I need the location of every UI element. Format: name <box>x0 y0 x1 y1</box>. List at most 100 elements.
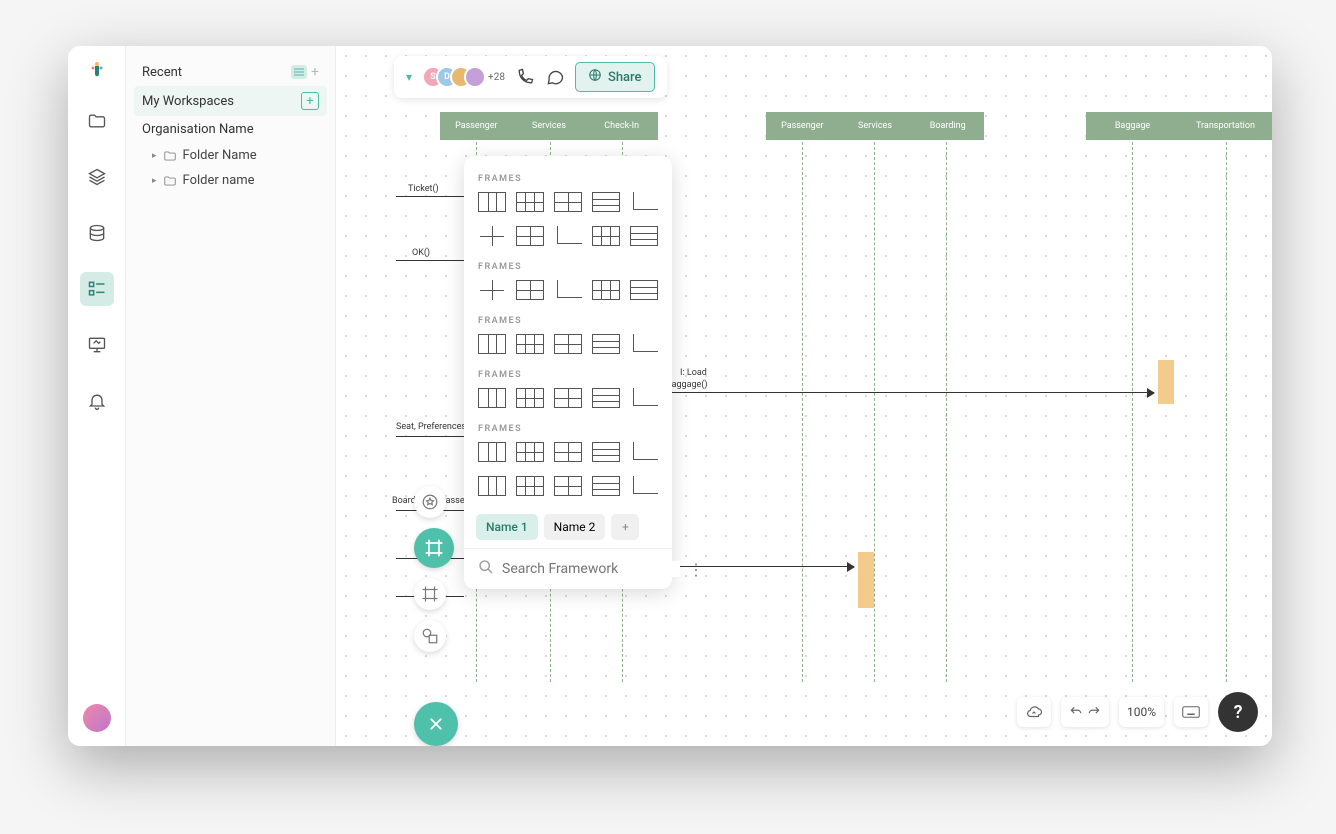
frame-option-axes[interactable] <box>630 476 658 496</box>
frame-option-rows3[interactable] <box>592 442 620 462</box>
list-view-icon[interactable] <box>291 65 307 79</box>
popover-add-tab[interactable]: + <box>611 514 639 540</box>
frame-option-cols3[interactable] <box>478 442 506 462</box>
popover-tab-2[interactable]: Name 2 <box>544 514 606 540</box>
frame-option-axes[interactable] <box>630 334 658 354</box>
lifeline[interactable] <box>874 142 875 682</box>
lane-title: Passenger <box>766 121 839 131</box>
frame-option-cols3[interactable] <box>478 476 506 496</box>
message-arrow[interactable] <box>672 392 1154 393</box>
sidebar-workspaces[interactable]: My Workspaces + <box>134 86 327 116</box>
top-toolbar: ▾ SD+28 Share <box>394 56 667 98</box>
activation-bar[interactable] <box>1158 360 1174 404</box>
star-tool-icon[interactable] <box>414 486 446 518</box>
folder-item[interactable]: ▸Folder Name <box>134 143 327 168</box>
lane-title: Passenger <box>440 121 513 131</box>
activation-bar[interactable] <box>858 552 874 608</box>
frame-option-grid3x2[interactable] <box>592 226 620 246</box>
message-label[interactable]: Baggage() <box>666 380 708 390</box>
frame-option-cols3[interactable] <box>478 388 506 408</box>
folder-icon[interactable] <box>80 104 114 138</box>
chevron-down-icon[interactable]: ▾ <box>406 70 412 84</box>
frame-option-rows3[interactable] <box>630 280 658 300</box>
bell-icon[interactable] <box>80 384 114 418</box>
plus-icon[interactable]: + <box>311 64 319 80</box>
diagram-header[interactable]: PassengerServicesBoarding <box>766 112 984 140</box>
frame-option-axes[interactable] <box>630 192 658 212</box>
add-workspace-button[interactable]: + <box>301 92 319 110</box>
frame-option-grid2x2[interactable] <box>554 388 582 408</box>
help-button[interactable]: ? <box>1218 692 1258 732</box>
database-icon[interactable] <box>80 216 114 250</box>
presentation-icon[interactable] <box>80 328 114 362</box>
frame-option-axes[interactable] <box>630 388 658 408</box>
frame-option-cross[interactable] <box>478 226 506 246</box>
frame-option-cols3[interactable] <box>478 192 506 212</box>
frames-row <box>464 384 672 418</box>
close-tool-icon[interactable] <box>414 702 458 746</box>
share-button[interactable]: Share <box>575 62 655 92</box>
frame-option-cross[interactable] <box>478 280 506 300</box>
frame-tool-icon[interactable] <box>414 528 454 568</box>
search-input[interactable] <box>502 561 680 577</box>
shapes-tool-icon[interactable] <box>414 620 446 652</box>
user-avatar[interactable] <box>83 704 111 732</box>
frame-option-axes[interactable] <box>554 226 582 246</box>
frames-row <box>464 472 672 506</box>
chevron-right-icon: ▸ <box>152 151 157 161</box>
keyboard-icon[interactable] <box>1174 697 1208 727</box>
message-label[interactable]: OK() <box>412 248 430 258</box>
lifeline[interactable] <box>802 142 803 682</box>
sidebar-recent[interactable]: Recent + <box>134 58 327 86</box>
frame-outline-tool-icon[interactable] <box>414 578 446 610</box>
frame-option-grid2x2[interactable] <box>554 334 582 354</box>
folder-small-icon <box>163 174 177 188</box>
frame-option-grid2x2[interactable] <box>554 192 582 212</box>
frame-option-rows3[interactable] <box>630 226 658 246</box>
frame-option-cols3[interactable] <box>478 334 506 354</box>
phone-icon[interactable] <box>515 67 535 87</box>
zoom-level[interactable]: 100% <box>1119 697 1164 727</box>
frame-option-grid3x2[interactable] <box>516 388 544 408</box>
message-label[interactable]: Ticket() <box>408 184 439 194</box>
diagram-header[interactable]: BaggageTransportation <box>1086 112 1272 140</box>
cloud-sync-icon[interactable] <box>1017 697 1051 727</box>
folder-item[interactable]: ▸Folder name <box>134 168 327 193</box>
frame-option-rows3[interactable] <box>592 476 620 496</box>
more-icon[interactable]: ⋮ <box>688 560 705 579</box>
org-label: Organisation Name <box>142 122 254 137</box>
frame-option-axes[interactable] <box>630 442 658 462</box>
message-label[interactable]: Seat, Preferences() <box>396 422 472 432</box>
frame-option-grid2x2[interactable] <box>516 226 544 246</box>
frame-option-rows3[interactable] <box>592 334 620 354</box>
collaborator-avatar[interactable] <box>464 66 486 88</box>
undo-redo[interactable] <box>1061 697 1109 727</box>
diagram-header[interactable]: PassengerServicesCheck-In <box>440 112 658 140</box>
chat-icon[interactable] <box>545 67 565 87</box>
frame-option-axes[interactable] <box>554 280 582 300</box>
lifeline[interactable] <box>1132 142 1133 682</box>
layers-icon[interactable] <box>80 160 114 194</box>
lane-title: Services <box>839 121 912 131</box>
frame-option-grid3x2[interactable] <box>516 442 544 462</box>
popover-tab-1[interactable]: Name 1 <box>476 514 538 540</box>
lifeline[interactable] <box>946 142 947 682</box>
lifeline[interactable] <box>1226 142 1227 682</box>
canvas[interactable]: ▾ SD+28 Share PassengerServicesCheck-InP… <box>336 46 1272 746</box>
message-label[interactable]: I: Load <box>680 368 707 378</box>
frame-option-grid3x2[interactable] <box>592 280 620 300</box>
bottom-controls: 100% ? <box>1017 692 1258 732</box>
frame-option-grid2x2[interactable] <box>554 442 582 462</box>
chevron-right-icon: ▸ <box>152 176 157 186</box>
list-icon[interactable] <box>80 272 114 306</box>
avatar-stack[interactable]: SD+28 <box>422 66 505 88</box>
frame-option-grid3x2[interactable] <box>516 476 544 496</box>
frame-option-rows3[interactable] <box>592 192 620 212</box>
frame-option-grid2x2[interactable] <box>516 280 544 300</box>
avatar-overflow-count[interactable]: +28 <box>488 72 505 83</box>
frame-option-grid2x2[interactable] <box>554 476 582 496</box>
frame-option-rows3[interactable] <box>592 388 620 408</box>
frame-option-grid3x2[interactable] <box>516 334 544 354</box>
sidebar-org[interactable]: Organisation Name <box>134 116 327 143</box>
frame-option-grid3x2[interactable] <box>516 192 544 212</box>
